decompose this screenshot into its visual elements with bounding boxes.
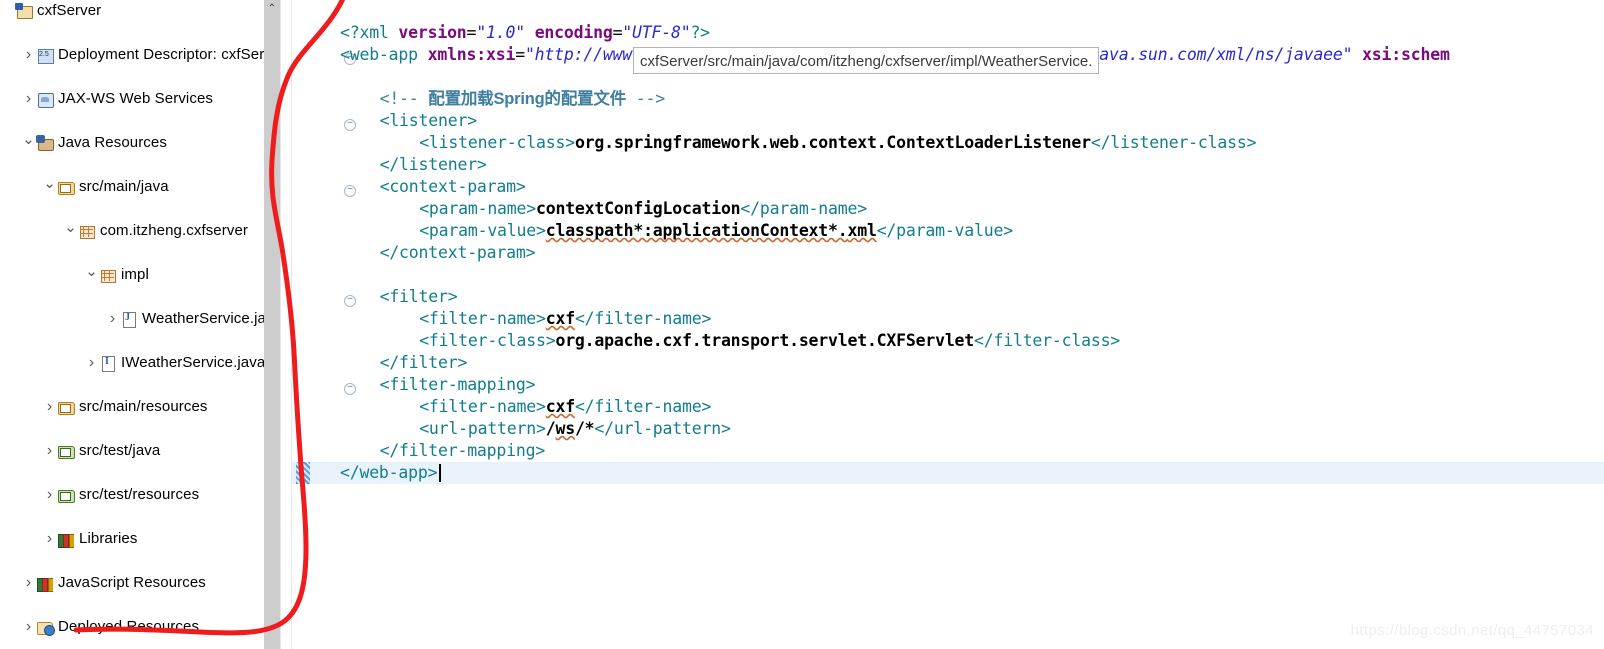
libraries-icon — [57, 531, 75, 548]
code-line-10[interactable]: <param-value>classpath*:applicationConte… — [419, 220, 1013, 242]
chevron-right-icon[interactable] — [21, 616, 36, 638]
tree-item-label: Deployed Resources — [58, 618, 200, 635]
code-line-20[interactable]: </filter-mapping> — [380, 440, 546, 462]
tree-item-src-test-java[interactable]: src/test/java — [0, 440, 278, 462]
chevron-down-icon[interactable] — [42, 176, 57, 198]
watermark-text: https://blog.csdn.net/qq_44757034 — [1350, 622, 1594, 639]
xml-editor[interactable]: 123456789101112131415161718192021 −−−−− … — [292, 0, 1604, 649]
tree-item-impl[interactable]: impl — [0, 264, 278, 286]
chevron-right-icon[interactable] — [42, 440, 57, 462]
tree-item-deployed-resources[interactable]: Deployed Resources — [0, 616, 278, 638]
chevron-right-icon[interactable] — [21, 572, 36, 594]
tree-item-src-test-resources[interactable]: src/test/resources — [0, 484, 278, 506]
tree-item-iweatherservice-java[interactable]: IWeatherService.java — [0, 352, 278, 374]
chevron-right-icon[interactable] — [42, 528, 57, 550]
code-line-1[interactable]: <?xml version="1.0" encoding="UTF-8"?> — [340, 22, 710, 44]
code-line-19[interactable]: <url-pattern>/ws/*</url-pattern> — [419, 418, 731, 440]
source-folder-icon — [57, 179, 75, 195]
eclipse-ide-window: cxfServer Deployment Descriptor: cxfServe… — [0, 0, 1604, 649]
chevron-down-icon[interactable] — [21, 132, 36, 154]
tree-item-label: com.itzheng.cxfserver — [100, 222, 248, 239]
tree-item-label: WeatherService.java — [142, 310, 278, 327]
package-icon — [78, 223, 96, 239]
tree-item-javascript-resources[interactable]: JavaScript Resources — [0, 572, 278, 594]
package-icon — [99, 267, 117, 283]
tree-item-cxfserver[interactable]: cxfServer — [0, 0, 278, 22]
code-line-18[interactable]: <filter-name>cxf</filter-name> — [419, 396, 711, 418]
java-class-icon — [120, 311, 138, 328]
tree-item-src-main-resources[interactable]: src/main/resources — [0, 396, 278, 418]
code-text-area[interactable]: <?xml version="1.0" encoding="UTF-8"?> <w… — [340, 0, 1604, 649]
code-line-6[interactable]: <listener-class>org.springframework.web.… — [419, 132, 1256, 154]
tree-item-label: Deployment Descriptor: cxfServe — [58, 46, 278, 63]
scrollbar-thumb[interactable] — [264, 17, 280, 649]
jaxws-icon — [36, 91, 54, 108]
chevron-right-icon[interactable] — [21, 44, 36, 66]
tree-item-label: Libraries — [79, 530, 138, 547]
tree-item-com-itzheng-cxfserver[interactable]: com.itzheng.cxfserver — [0, 220, 278, 242]
javascript-resources-icon — [36, 575, 54, 592]
explorer-vertical-scrollbar[interactable]: ⌃ — [264, 0, 280, 649]
tree-item-java-resources[interactable]: Java Resources — [0, 132, 278, 154]
tree-item-label: JAX-WS Web Services — [58, 90, 213, 107]
tree-item-label: src/test/resources — [79, 486, 200, 503]
code-line-8[interactable]: <context-param> — [380, 176, 526, 198]
chevron-right-icon[interactable] — [84, 352, 99, 374]
tree-item-jax-ws-web-services[interactable]: JAX-WS Web Services — [0, 88, 278, 110]
source-folder-green-icon — [57, 443, 75, 459]
source-folder-icon — [57, 399, 75, 415]
tree-item-label: JavaScript Resources — [58, 574, 206, 591]
code-line-15[interactable]: <filter-class>org.apache.cxf.transport.s… — [419, 330, 1120, 352]
code-line-11[interactable]: </context-param> — [380, 242, 536, 264]
deployment-descriptor-icon — [36, 47, 54, 64]
tree-item-label: src/main/java — [79, 178, 169, 195]
path-tooltip: cxfServer/src/main/java/com/itzheng/cxfs… — [633, 47, 1100, 74]
chevron-right-icon[interactable] — [105, 308, 120, 330]
tree-item-libraries[interactable]: Libraries — [0, 528, 278, 550]
java-interface-icon — [99, 355, 117, 372]
java-resources-icon — [36, 135, 54, 151]
chevron-right-icon[interactable] — [21, 88, 36, 110]
chevron-right-icon[interactable] — [42, 396, 57, 418]
chevron-right-icon[interactable] — [42, 484, 57, 506]
chevron-down-icon[interactable] — [84, 264, 99, 286]
tree-item-weatherservice-java[interactable]: WeatherService.java — [0, 308, 278, 330]
project-explorer-tree[interactable]: cxfServer Deployment Descriptor: cxfServe… — [0, 0, 278, 649]
deployed-resources-icon — [36, 619, 55, 636]
tree-item-label: IWeatherService.java — [121, 354, 266, 371]
scroll-up-arrow-icon[interactable]: ⌃ — [264, 0, 280, 17]
tree-item-label: cxfServer — [37, 2, 102, 19]
source-folder-green-icon — [57, 487, 75, 503]
tree-item-label: src/test/java — [79, 442, 161, 459]
text-caret — [439, 464, 441, 482]
code-line-17[interactable]: <filter-mapping> — [380, 374, 536, 396]
chevron-down-icon[interactable] — [63, 220, 78, 242]
tree-item-label: impl — [121, 266, 149, 283]
code-line-14[interactable]: <filter-name>cxf</filter-name> — [419, 308, 711, 330]
code-line-5[interactable]: <listener> — [380, 110, 478, 132]
panel-sash-divider[interactable] — [280, 0, 292, 649]
code-line-4[interactable]: <!-- 配置加载Spring的配置文件 --> — [380, 88, 666, 110]
code-line-9[interactable]: <param-name>contextConfigLocation</param… — [419, 198, 867, 220]
tree-item-src-main-java[interactable]: src/main/java — [0, 176, 278, 198]
current-line-gutter-marker — [296, 462, 310, 484]
tree-item-label: Java Resources — [58, 134, 167, 151]
code-line-7[interactable]: </listener> — [380, 154, 487, 176]
project-icon — [15, 3, 33, 19]
code-line-13[interactable]: <filter> — [380, 286, 458, 308]
tree-item-label: src/main/resources — [79, 398, 208, 415]
code-line-21[interactable]: </web-app> — [340, 462, 438, 484]
tree-item-deployment-descriptor-cxfserve[interactable]: Deployment Descriptor: cxfServe — [0, 44, 278, 66]
code-line-16[interactable]: </filter> — [380, 352, 468, 374]
